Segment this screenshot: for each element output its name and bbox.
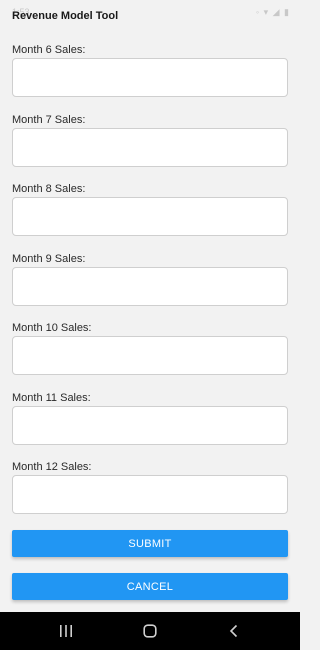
month-11-sales-field: Month 11 Sales:	[12, 392, 288, 462]
month-6-sales-input[interactable]	[12, 58, 288, 97]
back-icon	[229, 624, 238, 638]
month-10-sales-input[interactable]	[12, 336, 288, 375]
cancel-button[interactable]: CANCEL	[12, 573, 288, 600]
month-10-sales-field: Month 10 Sales:	[12, 322, 288, 392]
month-12-sales-field: Month 12 Sales:	[12, 461, 288, 531]
month-6-sales-label: Month 6 Sales:	[12, 44, 86, 56]
home-button[interactable]	[120, 612, 180, 650]
recents-icon	[60, 625, 72, 637]
back-button[interactable]	[204, 612, 264, 650]
submit-button[interactable]: SUBMIT	[12, 530, 288, 557]
home-icon	[143, 624, 157, 638]
month-10-sales-label: Month 10 Sales:	[12, 322, 92, 334]
month-7-sales-field: Month 7 Sales:	[12, 114, 288, 184]
month-9-sales-field: Month 9 Sales:	[12, 253, 288, 323]
month-11-sales-input[interactable]	[12, 405, 288, 445]
month-8-sales-label: Month 8 Sales:	[12, 183, 86, 195]
month-8-sales-input[interactable]	[12, 197, 288, 236]
month-11-sales-label: Month 11 Sales:	[12, 391, 91, 404]
month-7-sales-label: Month 7 Sales:	[12, 113, 86, 126]
month-12-sales-label: Month 12 Sales:	[12, 461, 92, 473]
recents-button[interactable]	[36, 612, 96, 650]
sales-form: Month 6 Sales: Month 7 Sales: Month 8 Sa…	[12, 44, 288, 531]
month-9-sales-label: Month 9 Sales:	[12, 252, 86, 265]
system-navigation-bar	[0, 612, 300, 650]
month-12-sales-input[interactable]	[12, 475, 288, 514]
app-title: Revenue Model Tool	[12, 10, 119, 22]
month-7-sales-input[interactable]	[12, 127, 288, 167]
month-9-sales-input[interactable]	[12, 266, 288, 306]
month-6-sales-field: Month 6 Sales:	[12, 44, 288, 114]
month-8-sales-field: Month 8 Sales:	[12, 183, 288, 253]
status-icons: ◦ ▾ ◢ ▮	[255, 7, 290, 17]
